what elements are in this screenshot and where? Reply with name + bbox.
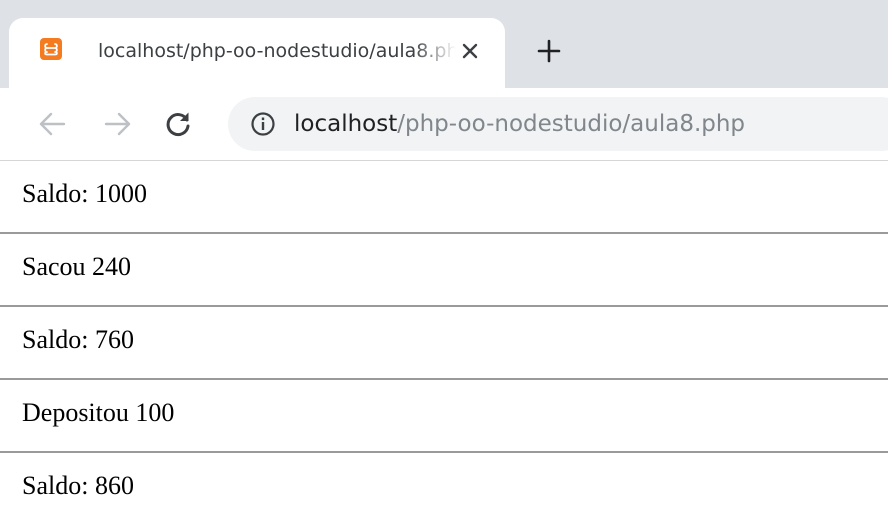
- browser-window: localhost/php-oo-nodestudio/aula8.php lo…: [0, 0, 888, 513]
- xampp-icon: [40, 38, 62, 60]
- arrow-right-icon[interactable]: [102, 108, 134, 140]
- output-line: Depositou 100: [0, 380, 888, 451]
- output-text: Saldo: 1000: [22, 179, 147, 208]
- arrow-left-icon[interactable]: [36, 108, 68, 140]
- url-text[interactable]: localhost/php-oo-nodestudio/aula8.php: [294, 109, 745, 139]
- output-line: Saldo: 860: [0, 453, 888, 513]
- url-path: /php-oo-nodestudio/aula8.php: [397, 111, 746, 137]
- output-text: Sacou 240: [22, 252, 132, 281]
- reload-icon[interactable]: [162, 108, 194, 140]
- browser-toolbar: localhost/php-oo-nodestudio/aula8.php: [0, 88, 888, 161]
- url-host: localhost: [294, 111, 398, 137]
- output-line: Saldo: 1000: [0, 161, 888, 232]
- new-tab-plus-icon[interactable]: [536, 38, 562, 64]
- page-content: Saldo: 1000 Sacou 240 Saldo: 760 Deposit…: [0, 161, 888, 513]
- output-line: Saldo: 760: [0, 307, 888, 378]
- output-text: Saldo: 760: [22, 325, 134, 354]
- address-bar[interactable]: localhost/php-oo-nodestudio/aula8.php: [228, 97, 888, 151]
- info-icon[interactable]: [250, 111, 276, 137]
- tab-strip: localhost/php-oo-nodestudio/aula8.php: [0, 0, 888, 88]
- tab-close-icon[interactable]: [458, 39, 482, 63]
- output-text: Saldo: 860: [22, 471, 134, 500]
- output-line: Sacou 240: [0, 234, 888, 305]
- tab-title: localhost/php-oo-nodestudio/aula8.php: [98, 40, 456, 62]
- output-text: Depositou 100: [22, 398, 175, 427]
